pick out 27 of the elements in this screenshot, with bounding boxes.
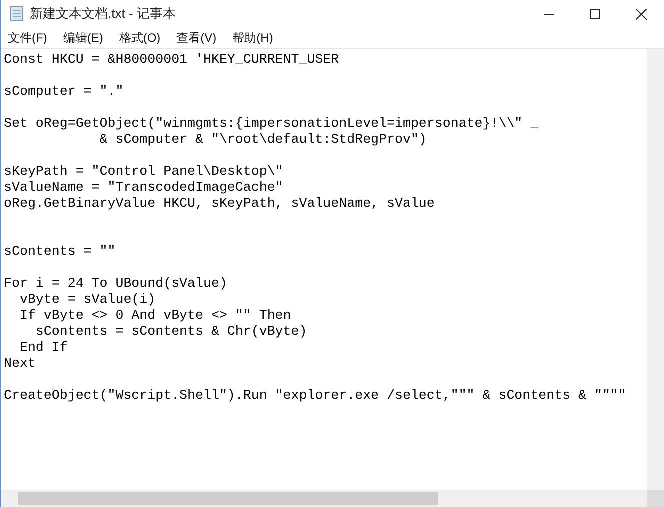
code-line: vByte = sValue(i) bbox=[18, 292, 156, 308]
menu-item[interactable]: 查看(V) bbox=[170, 29, 224, 47]
maximize-icon bbox=[590, 9, 600, 19]
code-line: sValueName = "TranscodedImageCache" bbox=[4, 180, 284, 196]
menu-item[interactable]: 格式(O) bbox=[112, 29, 168, 47]
scrollbar-corner bbox=[647, 490, 664, 507]
code-line: & sComputer & "\root\default:StdRegProv") bbox=[98, 132, 427, 148]
code-line: sComputer = "." bbox=[4, 84, 124, 100]
window-title: 新建文本文档.txt - 记事本 bbox=[30, 5, 176, 24]
code-line: For i = 24 To UBound(sValue) bbox=[4, 276, 228, 292]
menu-item[interactable]: 帮助(H) bbox=[226, 29, 280, 47]
menu-item[interactable]: 编辑(E) bbox=[56, 29, 110, 47]
code-line: Set oReg=GetObject("winmgmts:{impersonationLevel=impersonate}!\\" _ bbox=[4, 116, 539, 132]
close-icon bbox=[636, 8, 646, 20]
code-line: If vByte <> 0 And vByte <> "" Then bbox=[18, 308, 292, 324]
code-line: Const HKCU = &H80000001 'HKEY_CURRENT_USER bbox=[4, 52, 340, 68]
code-line: CreateObject("Wscript.Shell").Run "explorer.exe /select,""" & sContents & """" bbox=[4, 388, 626, 404]
code-line: sKeyPath = "Control Panel\Desktop\" bbox=[4, 164, 284, 180]
menu-item[interactable]: 文件(F) bbox=[1, 29, 54, 47]
code-line: sContents = sContents & Chr(vByte) bbox=[34, 324, 308, 340]
code-line: Next bbox=[4, 356, 36, 372]
notepad-icon bbox=[10, 6, 24, 22]
code-line: oReg.GetBinaryValue HKCU, sKeyPath, sValueName, sValue bbox=[4, 196, 435, 212]
horizontal-scrollbar[interactable] bbox=[1, 490, 647, 507]
code-line: End If bbox=[18, 340, 68, 356]
vertical-scrollbar[interactable] bbox=[647, 49, 664, 490]
code-line: sContents = "" bbox=[4, 244, 116, 260]
